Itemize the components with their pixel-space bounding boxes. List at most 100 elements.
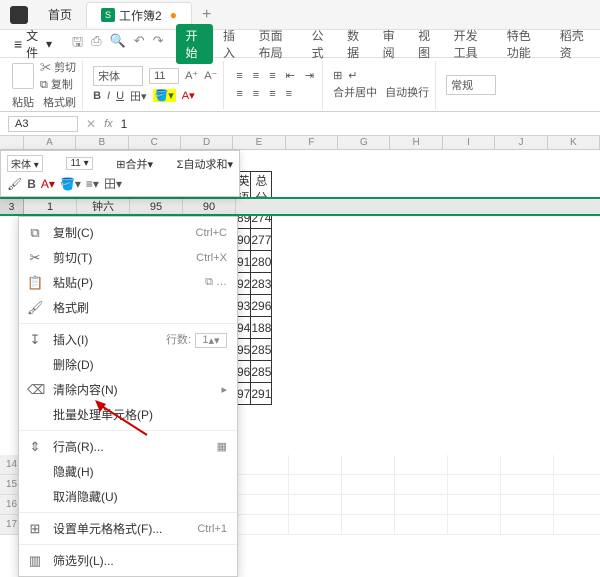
undo-icon[interactable]: ↶ [134, 33, 145, 55]
mini-font-color-button[interactable]: A▾ [41, 177, 55, 191]
merge-icon[interactable]: ⊞ [333, 69, 342, 82]
cell[interactable]: 90 [237, 229, 251, 251]
cell-a3[interactable]: 1 [24, 199, 77, 214]
ribbon-tab-view[interactable]: 视图 [410, 27, 444, 61]
cell[interactable]: 96 [237, 361, 251, 383]
mini-format-painter-icon[interactable]: 🖌 [7, 177, 22, 191]
ribbon-tab-dev[interactable]: 开发工具 [446, 27, 497, 61]
menu-unhide[interactable]: 取消隐藏(U) [19, 484, 237, 509]
mini-autosum-button[interactable]: Σ自动求和▾ [177, 156, 233, 172]
col-header[interactable]: C [129, 136, 181, 149]
cell[interactable]: 188 [251, 317, 272, 339]
col-header[interactable]: G [338, 136, 390, 149]
format-painter-button[interactable]: 格式刷 [43, 94, 76, 110]
row-header-3[interactable]: 3 [0, 199, 24, 214]
preview-icon[interactable]: 🔍 [110, 33, 126, 55]
cell[interactable]: 93 [237, 295, 251, 317]
cell[interactable]: 283 [251, 273, 272, 295]
menu-hide[interactable]: 隐藏(H) [19, 459, 237, 484]
cell[interactable]: 285 [251, 361, 272, 383]
col-header[interactable]: K [548, 136, 600, 149]
col-header[interactable]: B [76, 136, 128, 149]
cell[interactable]: 91 [237, 251, 251, 273]
mini-align-button[interactable]: ≡▾ [86, 177, 99, 191]
cell[interactable]: 277 [251, 229, 272, 251]
font-size-select[interactable]: 11 [149, 68, 179, 84]
ribbon-tab-start[interactable]: 开始 [176, 24, 214, 64]
col-header[interactable]: D [181, 136, 233, 149]
col-header[interactable]: H [390, 136, 442, 149]
col-header[interactable]: J [495, 136, 547, 149]
paste-options-icon[interactable]: ⧉ … [205, 276, 227, 289]
cell[interactable]: 296 [251, 295, 272, 317]
mini-size-select[interactable]: 11 ▾ [66, 157, 92, 170]
menu-filter[interactable]: ▥ 筛选列(L)... [19, 548, 237, 573]
align-middle-icon[interactable]: ≡ [251, 68, 261, 84]
menu-format-cells[interactable]: ⊞ 设置单元格格式(F)... Ctrl+1 [19, 516, 237, 541]
copy-button[interactable]: ⧉ 复制 [40, 76, 76, 92]
cell[interactable]: 94 [237, 317, 251, 339]
cell-c3[interactable]: 95 [130, 199, 183, 214]
menu-clear[interactable]: ⌫ 清除内容(N) ▸ [19, 377, 237, 402]
menu-copy[interactable]: ⧉ 复制(C) Ctrl+C [19, 220, 237, 245]
ribbon-tab-formula[interactable]: 公式 [304, 27, 338, 61]
align-center-icon[interactable]: ≡ [251, 86, 261, 102]
ribbon-tab-review[interactable]: 审阅 [375, 27, 409, 61]
italic-button[interactable]: I [107, 90, 110, 102]
indent-dec-icon[interactable]: ⇤ [284, 67, 297, 84]
paste-label[interactable]: 粘贴 [12, 94, 34, 110]
col-header[interactable]: F [286, 136, 338, 149]
cell[interactable]: 285 [251, 339, 272, 361]
tab-workbook[interactable]: S 工作簿2 ● [86, 2, 192, 28]
cell[interactable]: 97 [237, 383, 251, 405]
wrap-icon[interactable]: ↵ [348, 69, 357, 82]
save-icon[interactable]: 🖫 [72, 33, 83, 55]
select-all-corner[interactable] [0, 136, 24, 149]
mini-merge-button[interactable]: ⊞合并▾ [116, 156, 153, 172]
redo-icon[interactable]: ↷ [153, 33, 164, 55]
font-color-button[interactable]: A▾ [182, 89, 195, 102]
mini-fill-color-button[interactable]: 🪣▾ [60, 177, 81, 191]
align-right-icon[interactable]: ≡ [267, 86, 277, 102]
ribbon-tab-docer[interactable]: 稻壳资 [552, 27, 594, 61]
font-name-select[interactable]: 宋体 [93, 66, 143, 86]
tab-home[interactable]: 首页 [34, 2, 86, 27]
menu-batch[interactable]: 批量处理单元格(P) [19, 402, 237, 427]
cell-d3[interactable]: 90 [183, 199, 236, 214]
wrap-label[interactable]: 自动换行 [385, 84, 429, 100]
menu-insert[interactable]: ↧ 插入(I) 行数:1 ▴▾ [19, 327, 237, 352]
mini-border-button[interactable]: 田▾ [104, 175, 122, 192]
bold-button[interactable]: B [93, 90, 101, 102]
tab-add-button[interactable]: + [192, 6, 221, 24]
justify-icon[interactable]: ≡ [284, 86, 294, 102]
col-header[interactable]: A [24, 136, 76, 149]
cell[interactable]: 291 [251, 383, 272, 405]
col-header[interactable]: E [233, 136, 285, 149]
cell[interactable]: 95 [237, 339, 251, 361]
file-menu[interactable]: 文件 ▾ [6, 25, 60, 63]
indent-inc-icon[interactable]: ⇥ [303, 67, 316, 84]
menu-cut[interactable]: ✂ 剪切(T) Ctrl+X [19, 245, 237, 270]
border-button[interactable]: 田▾ [130, 88, 147, 104]
decrease-font-icon[interactable]: A⁻ [204, 69, 217, 82]
col-header[interactable]: I [443, 136, 495, 149]
underline-button[interactable]: U [116, 90, 124, 102]
increase-font-icon[interactable]: A⁺ [185, 69, 198, 82]
align-left-icon[interactable]: ≡ [234, 86, 244, 102]
ribbon-tab-features[interactable]: 特色功能 [499, 27, 550, 61]
menu-delete[interactable]: 删除(D) [19, 352, 237, 377]
cell[interactable]: 92 [237, 273, 251, 295]
print-icon[interactable]: ⎙ [91, 33, 101, 55]
menu-paste[interactable]: 📋 粘贴(P) ⧉ … [19, 270, 237, 295]
ribbon-tab-data[interactable]: 数据 [339, 27, 373, 61]
insert-rows-spinner[interactable]: 1 ▴▾ [195, 333, 227, 348]
cancel-icon[interactable]: ✕ [86, 117, 96, 131]
name-box[interactable]: A3 [8, 116, 78, 132]
ribbon-tab-insert[interactable]: 插入 [215, 27, 249, 61]
cut-button[interactable]: ✂ 剪切 [40, 59, 76, 75]
mini-font-select[interactable]: 宋体 ▾ [7, 155, 43, 172]
merge-label[interactable]: 合并居中 [333, 84, 377, 100]
align-bottom-icon[interactable]: ≡ [267, 68, 277, 84]
formula-value[interactable]: 1 [121, 117, 128, 131]
menu-row-height[interactable]: ⇕ 行高(R)... ▦ [19, 434, 237, 459]
